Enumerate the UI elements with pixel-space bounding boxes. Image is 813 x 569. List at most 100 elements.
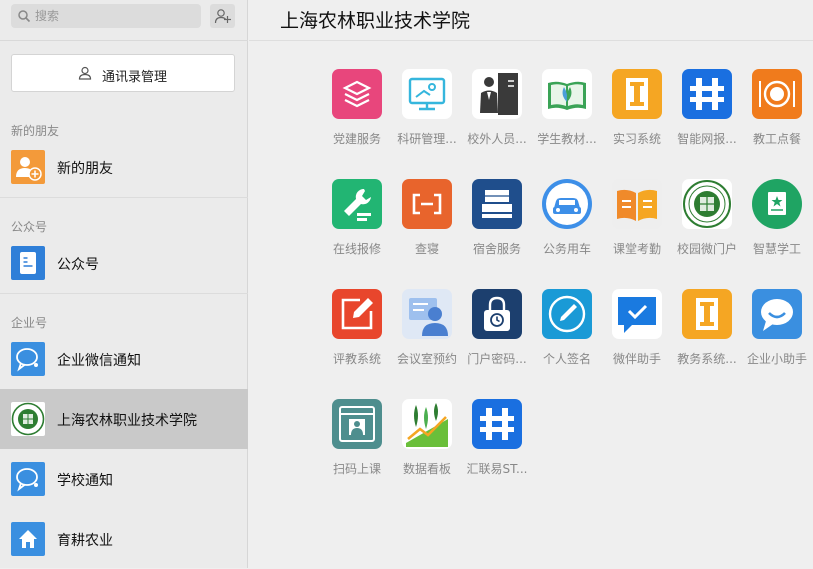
chat-bubble-icon (11, 462, 45, 496)
app-smart-report[interactable]: 智能网报... (672, 69, 742, 169)
app-staff-meal[interactable]: 教工点餐 (742, 69, 812, 169)
edit-icon (332, 289, 382, 339)
app-label: 宿舍服务 (472, 242, 521, 256)
document-star-icon (752, 179, 802, 229)
app-label: 扫码上课 (332, 462, 381, 476)
monitor-icon (402, 69, 452, 119)
app-student-textbook[interactable]: 学生教材... (532, 69, 602, 169)
app-research-management[interactable]: 科研管理... (392, 69, 462, 169)
college-seal-icon (682, 179, 732, 229)
app-label: 科研管理... (397, 132, 457, 146)
compass-pen-icon (542, 289, 592, 339)
car-icon (542, 179, 592, 229)
open-book-icon (612, 179, 662, 229)
letter-i-icon (612, 69, 662, 119)
app-label: 课堂考勤 (612, 242, 661, 256)
list-item-school-notice[interactable]: 学校通知 (0, 449, 248, 509)
app-online-repair[interactable]: 在线报修 (322, 179, 392, 279)
app-label: 个人签名 (542, 352, 591, 366)
list-item-college[interactable]: 上海农林职业技术学院 (0, 389, 248, 449)
app-label: 微伴助手 (612, 352, 661, 366)
bracket-icon (402, 179, 452, 229)
contacts-management-button[interactable]: 通讯录管理 (11, 54, 235, 92)
list-item-label: 上海农林职业技术学院 (57, 413, 197, 429)
app-meeting-room[interactable]: 会议室预约 (392, 289, 462, 389)
list-item-label: 学校通知 (57, 473, 113, 489)
scan-person-icon (332, 399, 382, 449)
wrench-icon (332, 179, 382, 229)
app-huilianyi[interactable]: 汇联易ST... (462, 399, 532, 499)
add-contact-button[interactable] (210, 4, 235, 28)
list-item-label: 公众号 (57, 257, 99, 273)
app-personal-signature[interactable]: 个人签名 (532, 289, 602, 389)
meeting-person-icon (402, 289, 452, 339)
app-internship-system[interactable]: 实习系统 (602, 69, 672, 169)
wheat-chart-icon (402, 399, 452, 449)
official-account-icon (11, 246, 45, 280)
home-icon (11, 522, 45, 556)
app-label: 会议室预约 (396, 352, 457, 366)
app-label: 党建服务 (332, 132, 381, 146)
app-smart-student-affairs[interactable]: 智慧学工 (742, 179, 812, 279)
app-label: 智能网报... (677, 132, 737, 146)
plate-icon (752, 69, 802, 119)
app-label: 校园微门户 (676, 242, 737, 256)
chat-bubble-icon (752, 289, 802, 339)
search-row (11, 4, 241, 30)
list-item-official-accounts[interactable]: 公众号 (0, 233, 248, 293)
list-item-yugeng-agriculture[interactable]: 育耕农业 (0, 509, 248, 569)
bed-icon (472, 179, 522, 229)
app-label: 学生教材... (537, 132, 597, 146)
divider (0, 197, 248, 198)
list-item-label: 新的朋友 (57, 161, 113, 177)
layers-icon (332, 69, 382, 119)
search-box[interactable] (11, 4, 201, 28)
app-enterprise-assistant[interactable]: 企业小助手 (742, 289, 812, 389)
app-label: 实习系统 (612, 132, 661, 146)
logo-h-icon (682, 69, 732, 119)
college-seal-icon (11, 402, 45, 436)
app-label: 教工点餐 (752, 132, 801, 146)
app-teaching-evaluation[interactable]: 评教系统 (322, 289, 392, 389)
app-label: 智慧学工 (752, 242, 801, 256)
page-title: 上海农林职业技术学院 (280, 10, 471, 32)
lock-icon (472, 289, 522, 339)
person-door-icon (472, 69, 522, 119)
app-official-car[interactable]: 公务用车 (532, 179, 602, 279)
add-person-icon (214, 9, 231, 24)
app-label: 数据看板 (402, 462, 451, 476)
app-scan-class[interactable]: 扫码上课 (322, 399, 392, 499)
app-label: 校外人员... (467, 132, 527, 146)
app-label: 查寝 (414, 242, 439, 256)
check-bubble-icon (612, 289, 662, 339)
app-visitor[interactable]: 校外人员... (462, 69, 532, 169)
list-item-enterprise-wechat-notice[interactable]: 企业微信通知 (0, 329, 248, 389)
app-dorm-check[interactable]: 查寝 (392, 179, 462, 279)
app-campus-portal[interactable]: 校园微门户 (672, 179, 742, 279)
app-party-service[interactable]: 党建服务 (322, 69, 392, 169)
app-data-dashboard[interactable]: 数据看板 (392, 399, 462, 499)
app-label: 在线报修 (332, 242, 381, 256)
divider (0, 40, 248, 41)
list-item-label: 育耕农业 (57, 533, 113, 549)
list-item-new-friends[interactable]: 新的朋友 (0, 137, 248, 197)
app-label: 企业小助手 (746, 352, 807, 366)
app-portal-password[interactable]: 门户密码... (462, 289, 532, 389)
app-label: 公务用车 (542, 242, 591, 256)
person-icon (78, 66, 92, 80)
letter-i-icon (682, 289, 732, 339)
app-weiban-assistant[interactable]: 微伴助手 (602, 289, 672, 389)
app-academic-system[interactable]: 教务系统... (672, 289, 742, 389)
new-friend-icon (11, 150, 45, 184)
app-label: 汇联易ST... (466, 462, 528, 476)
book-icon (542, 69, 592, 119)
app-dorm-service[interactable]: 宿舍服务 (462, 179, 532, 279)
list-item-label: 企业微信通知 (57, 353, 141, 369)
search-icon (18, 10, 31, 23)
sidebar: 通讯录管理 新的朋友 新的朋友 公众号 公众号 (0, 0, 248, 568)
contacts-management-label: 通讯录管理 (102, 70, 168, 85)
search-input[interactable] (35, 6, 195, 26)
app-class-attendance[interactable]: 课堂考勤 (602, 179, 672, 279)
chat-bubble-icon (11, 342, 45, 376)
divider (0, 293, 248, 294)
